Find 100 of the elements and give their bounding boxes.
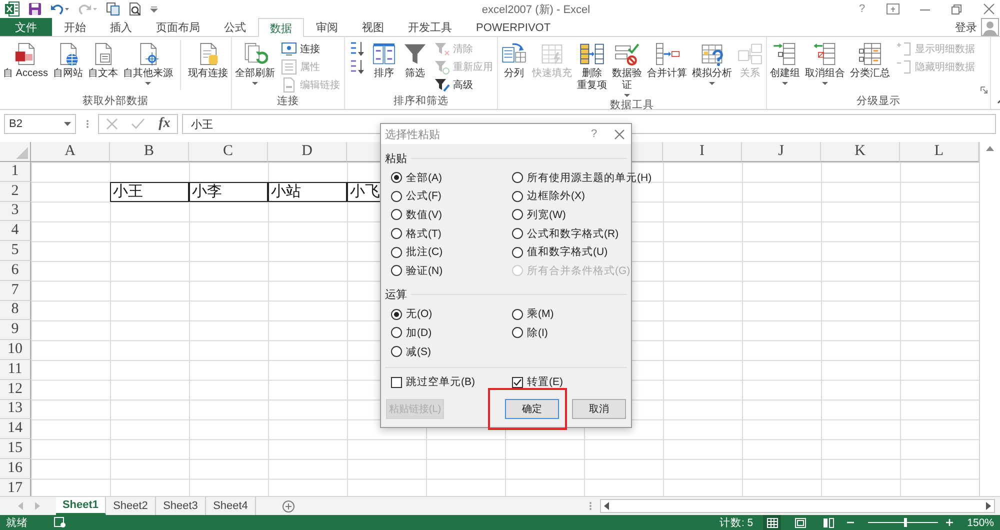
radio-button[interactable] xyxy=(512,190,523,202)
ribbon-button[interactable]: 自文本 xyxy=(87,40,120,81)
column-header[interactable]: D xyxy=(268,142,347,162)
ribbon-tab[interactable]: 公式 xyxy=(212,18,258,36)
undo-icon[interactable] xyxy=(50,2,70,16)
ribbon-tab[interactable]: 开发工具 xyxy=(396,18,464,36)
print-preview-icon[interactable] xyxy=(128,2,142,16)
ribbon-button[interactable]: 全部刷新 xyxy=(234,40,276,86)
insert-function-button[interactable]: fx xyxy=(158,116,170,132)
column-header[interactable]: C xyxy=(189,142,268,162)
excel-logo-icon[interactable] xyxy=(4,1,20,17)
zoom-in-icon[interactable] xyxy=(946,519,954,526)
checkbox[interactable] xyxy=(391,376,402,388)
ribbon-button[interactable]: 分类汇总 xyxy=(849,40,892,81)
ribbon-button[interactable]: 连接 xyxy=(279,40,342,57)
zoom-level[interactable]: 150% xyxy=(967,516,994,528)
radio-button[interactable] xyxy=(512,209,523,220)
row-header[interactable]: 14 xyxy=(0,419,31,440)
copy-icon[interactable] xyxy=(106,2,120,16)
sheet-tab[interactable]: Sheet1 xyxy=(56,497,106,515)
radio-button[interactable] xyxy=(512,228,523,240)
ribbon-tab[interactable]: 视图 xyxy=(350,18,396,36)
radio-option[interactable]: 所有使用源主题的单元(H) xyxy=(512,170,652,186)
dialog-button[interactable]: 取消 xyxy=(572,399,626,419)
radio-button[interactable] xyxy=(512,246,523,258)
ribbon-button[interactable]: 筛选 xyxy=(401,40,430,81)
ribbon-button[interactable]: 自 Access xyxy=(2,40,50,81)
ribbon-button[interactable]: 分列 xyxy=(500,40,528,81)
ribbon-tab[interactable]: 插入 xyxy=(98,18,144,36)
row-header[interactable]: 2 xyxy=(0,182,31,202)
column-header[interactable]: I xyxy=(663,142,742,162)
zoom-thumb[interactable] xyxy=(904,518,907,527)
row-header[interactable]: 6 xyxy=(0,260,31,281)
column-header[interactable]: A xyxy=(31,142,110,162)
row-header[interactable]: 4 xyxy=(0,221,31,242)
radio-button[interactable] xyxy=(391,172,402,184)
ribbon-button[interactable]: 高级 xyxy=(432,76,496,93)
ribbon-tab[interactable]: 审阅 xyxy=(304,18,350,36)
ribbon-button[interactable]: 创建组 xyxy=(769,40,802,86)
grip-icon[interactable] xyxy=(589,501,592,511)
ribbon-button[interactable]: 现有连接 xyxy=(187,40,230,81)
close-icon[interactable] xyxy=(614,128,625,140)
row-header[interactable]: 9 xyxy=(0,320,31,340)
file-tab[interactable]: 文件 xyxy=(0,18,52,36)
row-header[interactable]: 5 xyxy=(0,241,31,261)
row-header[interactable]: 17 xyxy=(0,478,31,496)
normal-view-icon[interactable] xyxy=(766,518,778,528)
column-header[interactable]: L xyxy=(900,142,979,162)
radio-option[interactable]: 减(S) xyxy=(391,344,512,360)
row-header[interactable]: 15 xyxy=(0,439,31,459)
ribbon-tab[interactable]: 页面布局 xyxy=(144,18,212,36)
ribbon-button[interactable]: 数据验 证 xyxy=(611,40,644,98)
check-icon[interactable] xyxy=(131,118,146,130)
zoom-out-icon[interactable] xyxy=(847,519,854,526)
row-header[interactable]: 10 xyxy=(0,340,31,360)
row-header[interactable]: 11 xyxy=(0,360,31,380)
row-header[interactable]: 7 xyxy=(0,280,31,301)
add-sheet-icon[interactable] xyxy=(282,500,295,512)
dialog-launcher-icon[interactable] xyxy=(980,86,988,94)
ribbon-display-icon[interactable] xyxy=(886,3,900,15)
name-box[interactable]: B2 xyxy=(4,114,76,134)
row-header[interactable]: 3 xyxy=(0,202,31,222)
row-header[interactable]: 12 xyxy=(0,380,31,400)
radio-button[interactable] xyxy=(391,190,402,202)
close-icon[interactable] xyxy=(982,3,996,15)
ribbon-button[interactable]: 自网站 xyxy=(52,40,84,81)
radio-option[interactable]: 格式(T) xyxy=(391,226,512,242)
ribbon-button[interactable]: 取消组合 xyxy=(804,40,846,86)
scroll-up-icon[interactable] xyxy=(986,146,994,151)
row-header[interactable]: 16 xyxy=(0,458,31,479)
help-button[interactable]: ? xyxy=(854,3,870,15)
checkbox[interactable] xyxy=(512,376,523,388)
radio-button[interactable] xyxy=(512,172,523,184)
column-header[interactable]: B xyxy=(110,142,189,162)
ribbon-tab[interactable]: 数据 xyxy=(258,18,304,37)
sign-in-link[interactable]: 登录 xyxy=(955,20,977,34)
horizontal-scrollbar[interactable] xyxy=(600,499,995,513)
row-header[interactable]: 13 xyxy=(0,400,31,420)
ribbon-button[interactable]: 排序 xyxy=(370,40,398,81)
radio-option[interactable]: 加(D) xyxy=(391,325,512,341)
customize-caret-icon[interactable] xyxy=(150,5,158,13)
radio-option[interactable]: 批注(C) xyxy=(391,244,512,260)
radio-button[interactable] xyxy=(512,308,523,320)
radio-option[interactable]: 公式和数字格式(R) xyxy=(512,226,652,242)
radio-option[interactable]: 列宽(W) xyxy=(512,207,652,223)
radio-option[interactable]: 边框除外(X) xyxy=(512,188,652,204)
ribbon-tab[interactable]: POWERPIVOT xyxy=(464,18,563,36)
ribbon-tab[interactable]: 开始 xyxy=(52,18,98,36)
dialog-button[interactable]: 确定 xyxy=(505,399,559,419)
radio-option[interactable]: 无(O) xyxy=(391,306,512,322)
radio-option[interactable]: 除(I) xyxy=(512,325,631,341)
radio-button[interactable] xyxy=(391,246,402,258)
radio-button[interactable] xyxy=(512,327,523,338)
save-icon[interactable] xyxy=(28,2,42,16)
ribbon-button[interactable]: 合并计算 xyxy=(646,40,688,81)
radio-button[interactable] xyxy=(391,327,402,338)
scroll-right-icon[interactable] xyxy=(986,502,991,510)
radio-button[interactable] xyxy=(391,209,402,220)
ribbon-button[interactable]: 模拟分析 xyxy=(691,40,734,86)
column-header[interactable]: K xyxy=(821,142,900,162)
